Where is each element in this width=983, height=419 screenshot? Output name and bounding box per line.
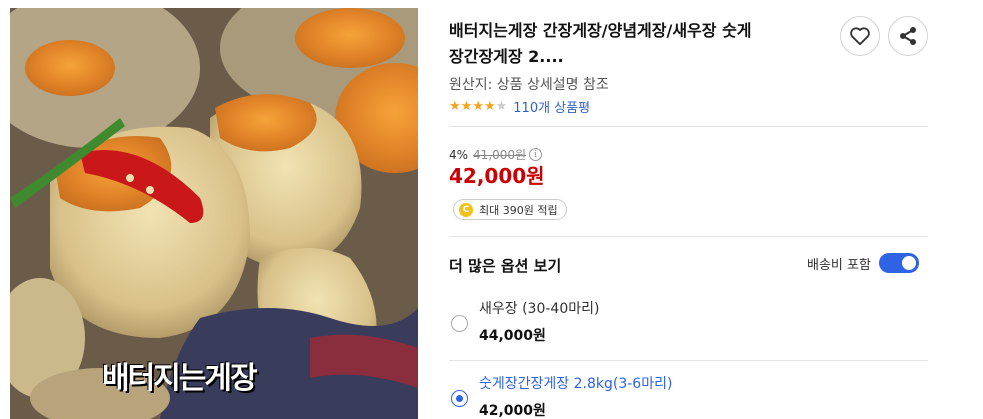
- option-price: 42,000원: [479, 403, 546, 419]
- coin-icon: C: [459, 202, 473, 217]
- product-info-panel: 배터지는게장 간장게장/양념게장/새우장 숫게 장간장게장 2.... 원산지:…: [449, 0, 929, 419]
- option-name: 새우장 (30-40마리): [479, 301, 600, 317]
- star-filled-icon: ★: [460, 98, 473, 114]
- product-title-line1: 배터지는게장 간장게장/양념게장/새우장 숫게: [449, 21, 752, 40]
- toggle-switch[interactable]: [878, 253, 919, 273]
- options-header: 더 많은 옵션 보기: [449, 257, 562, 275]
- star-filled-icon: ★: [472, 98, 484, 114]
- point-badge: C 최대 390원 적립: [453, 199, 567, 220]
- shipping-included-toggle[interactable]: 배송비 포함: [807, 253, 919, 273]
- option-price: 44,000원: [479, 328, 546, 344]
- divider: [449, 126, 928, 127]
- star-filled-icon: ★: [483, 98, 496, 114]
- star-empty-icon: ★: [495, 98, 508, 114]
- option-item-selected[interactable]: 숫게장간장게장 2.8kg(3-6마리) 42,000원: [449, 373, 928, 419]
- rating-row[interactable]: ★ ★ ★ ★ ★ 110개 상품평: [449, 97, 590, 116]
- star-rating: ★ ★ ★ ★ ★: [449, 98, 508, 114]
- heart-icon: [850, 27, 870, 46]
- origin-info: 원산지: 상품 상세설명 참조: [449, 77, 609, 93]
- point-text: 최대 390원 적립: [479, 203, 558, 217]
- share-icon: [900, 27, 916, 45]
- share-button[interactable]: [888, 16, 928, 56]
- product-image[interactable]: 배터지는게장: [10, 8, 418, 419]
- option-radio[interactable]: [451, 315, 468, 332]
- wishlist-button[interactable]: [840, 16, 880, 56]
- watermark-logo: 배터지는게장: [102, 353, 258, 397]
- option-name: 숫게장간장게장 2.8kg(3-6마리): [479, 376, 673, 392]
- divider: [449, 360, 928, 361]
- option-radio-checked[interactable]: [451, 390, 468, 407]
- sale-price: 42,000원: [449, 164, 545, 188]
- shipping-label: 배송비 포함: [807, 257, 871, 273]
- star-filled-icon: ★: [449, 98, 461, 114]
- watermark-text: 배터지는게장: [102, 361, 258, 396]
- product-title: 배터지는게장 간장게장/양념게장/새우장 숫게 장간장게장 2....: [449, 18, 829, 70]
- product-title-line2: 장간장게장 2....: [449, 47, 564, 66]
- divider: [449, 236, 928, 237]
- option-item[interactable]: 새우장 (30-40마리) 44,000원: [449, 298, 928, 356]
- review-count-link[interactable]: 110개 상품평: [513, 97, 590, 116]
- toggle-knob: [901, 256, 916, 270]
